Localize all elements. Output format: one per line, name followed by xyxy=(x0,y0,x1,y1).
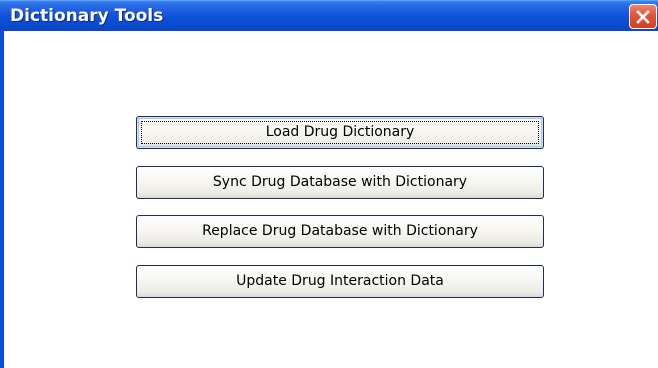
sync-drug-database-button[interactable]: Sync Drug Database with Dictionary xyxy=(136,166,544,199)
dictionary-tools-window: Dictionary Tools Load Drug Dictionary Sy… xyxy=(0,0,658,368)
dialog-body xyxy=(0,31,658,368)
update-drug-interaction-label: Update Drug Interaction Data xyxy=(236,273,444,289)
update-drug-interaction-button[interactable]: Update Drug Interaction Data xyxy=(136,265,544,298)
title-bar[interactable]: Dictionary Tools xyxy=(0,0,658,31)
window-left-border xyxy=(0,31,4,368)
load-drug-dictionary-label: Load Drug Dictionary xyxy=(265,124,415,140)
load-drug-dictionary-button[interactable]: Load Drug Dictionary xyxy=(136,116,544,149)
close-button[interactable] xyxy=(629,4,657,29)
sync-drug-database-label: Sync Drug Database with Dictionary xyxy=(212,174,468,190)
replace-drug-database-button[interactable]: Replace Drug Database with Dictionary xyxy=(136,215,544,248)
replace-drug-database-label: Replace Drug Database with Dictionary xyxy=(202,223,478,239)
window-title: Dictionary Tools xyxy=(10,6,164,26)
close-icon xyxy=(636,10,650,24)
